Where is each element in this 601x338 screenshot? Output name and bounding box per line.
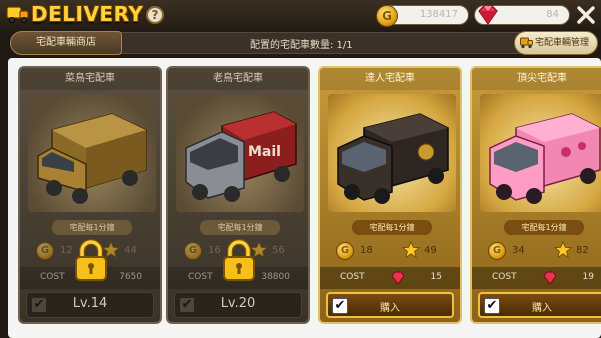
truck-name: 菜鳥宅配車 bbox=[20, 68, 160, 90]
truck-image bbox=[328, 94, 456, 212]
exp-reward: 56 bbox=[272, 245, 285, 256]
truck-card-rookie: 菜鳥宅配車 宅配每1分鐘 G 12 44 COST 7650 ✔ Lv.14 bbox=[18, 66, 162, 324]
lock-icon bbox=[75, 239, 107, 281]
truck-name: 老鳥宅配車 bbox=[168, 68, 308, 90]
close-icon[interactable] bbox=[574, 3, 598, 27]
coin-reward: 12 bbox=[60, 245, 73, 256]
cost-label: COST bbox=[188, 272, 213, 282]
cost-value: 19 bbox=[582, 272, 594, 282]
gem-icon bbox=[478, 5, 498, 26]
coin-reward: 34 bbox=[512, 245, 525, 256]
truck-illustration bbox=[489, 113, 601, 204]
truck-image bbox=[480, 94, 601, 212]
truck-card-expert: 達人宅配車 宅配每1分鐘 G 18 49 COST 15 ✔ 購入 bbox=[318, 66, 462, 324]
truck-illustration bbox=[37, 113, 147, 204]
coin-reward: 18 bbox=[360, 245, 373, 256]
star-icon bbox=[554, 241, 572, 259]
coin-icon: G bbox=[336, 242, 354, 260]
level-requirement: ✔ Lv.14 bbox=[26, 292, 154, 318]
exp-reward: 44 bbox=[124, 245, 137, 256]
coin-reward: 16 bbox=[208, 245, 221, 256]
truck-stats: G 18 49 bbox=[328, 240, 456, 264]
svg-text:Mail: Mail bbox=[248, 144, 281, 160]
cost-label: COST bbox=[40, 272, 65, 282]
star-icon bbox=[402, 241, 420, 259]
cost-value: 7650 bbox=[119, 272, 142, 282]
cost-label: COST bbox=[492, 272, 517, 282]
truck-image: Mail bbox=[176, 94, 304, 212]
truck-image bbox=[28, 94, 156, 212]
truck-illustration bbox=[337, 113, 449, 204]
cost-label: COST bbox=[340, 272, 365, 282]
truck-illustration: Mail bbox=[185, 111, 297, 202]
cost-value: 15 bbox=[430, 272, 442, 282]
delivery-rate-badge: 宅配每1分鐘 bbox=[504, 220, 584, 235]
cost-value: 38800 bbox=[261, 272, 290, 282]
truck-name: 達人宅配車 bbox=[320, 68, 460, 90]
gem-amount: 84 bbox=[546, 9, 559, 20]
deployed-truck-count: 配置的宅配車數量: 1/1 bbox=[250, 40, 353, 51]
coin-icon: G bbox=[36, 242, 54, 260]
truck-card-top: 頂尖宅配車 宅配每1分鐘 G 34 82 COST 19 ✔ 購入 bbox=[470, 66, 601, 324]
coin-icon: G bbox=[376, 5, 398, 27]
gem-balance: 84 bbox=[474, 5, 570, 26]
gem-icon bbox=[391, 271, 405, 285]
level-requirement: ✔ Lv.20 bbox=[174, 292, 302, 318]
coin-icon: G bbox=[488, 242, 506, 260]
exp-reward: 49 bbox=[424, 245, 437, 256]
truck-management-label: 宅配車輛管理 bbox=[535, 38, 590, 48]
tab-truck-shop[interactable]: 宅配車輛商店 bbox=[10, 31, 122, 55]
buy-label: 購入 bbox=[380, 303, 400, 314]
truck-card-veteran: 老鳥宅配車 Mail 宅配每1分鐘 G 16 56 COST 38800 ✔ L… bbox=[166, 66, 310, 324]
lock-icon bbox=[223, 239, 255, 281]
truck-icon bbox=[520, 37, 533, 49]
truck-stats: G 34 82 bbox=[480, 240, 601, 264]
delivery-rate-badge: 宅配每1分鐘 bbox=[200, 220, 280, 235]
delivery-truck-icon bbox=[6, 6, 29, 23]
buy-label: 購入 bbox=[532, 303, 552, 314]
required-level: Lv.20 bbox=[220, 296, 256, 311]
exp-reward: 82 bbox=[576, 245, 589, 256]
cost-row: COST 15 bbox=[320, 267, 460, 289]
coin-balance: G 138417 bbox=[376, 5, 469, 27]
coin-icon: G bbox=[184, 242, 202, 260]
buy-button[interactable]: ✔ 購入 bbox=[478, 292, 601, 318]
delivery-rate-badge: 宅配每1分鐘 bbox=[52, 220, 132, 235]
delivery-rate-badge: 宅配每1分鐘 bbox=[352, 220, 432, 235]
cost-row: COST 19 bbox=[472, 267, 601, 289]
gem-icon bbox=[543, 271, 557, 285]
buy-button[interactable]: ✔ 購入 bbox=[326, 292, 454, 318]
coin-amount: 138417 bbox=[419, 9, 458, 20]
required-level: Lv.14 bbox=[72, 296, 108, 311]
truck-name: 頂尖宅配車 bbox=[472, 68, 601, 90]
page-title: DELIVERY bbox=[31, 2, 144, 26]
help-button[interactable]: ? bbox=[146, 6, 164, 24]
truck-management-button[interactable]: 宅配車輛管理 bbox=[514, 31, 598, 55]
